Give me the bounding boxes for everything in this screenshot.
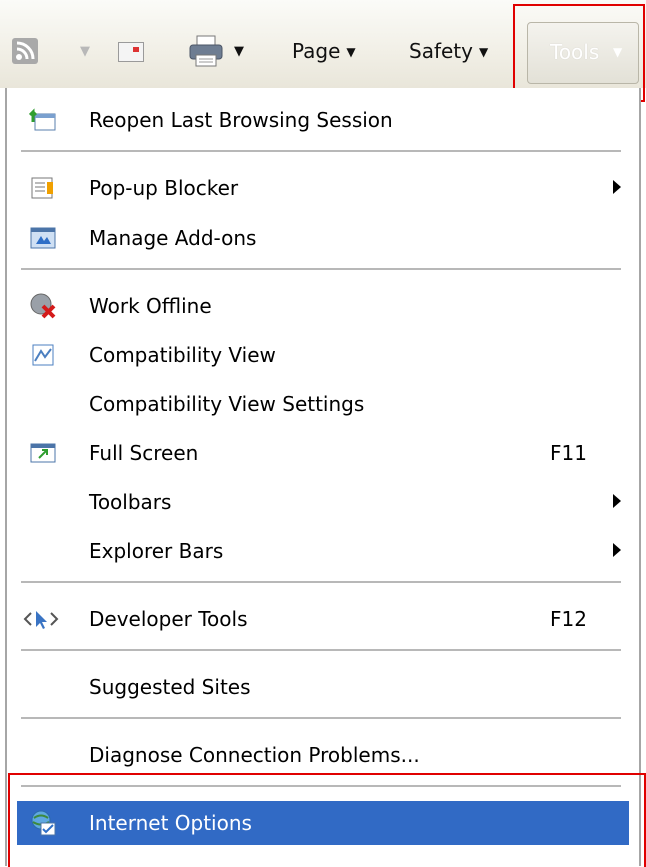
menu-item-shortcut: F11 (550, 441, 587, 465)
menu-separator (21, 268, 621, 270)
print-icon[interactable] (188, 34, 224, 68)
menu-item-suggested-sites[interactable]: Suggested Sites (17, 665, 629, 709)
menu-separator (21, 150, 621, 152)
rss-feed-icon[interactable] (12, 38, 38, 64)
menu-item-work-offline[interactable]: Work Offline (17, 284, 629, 328)
chevron-down-icon: ▼ (478, 45, 489, 59)
command-bar: ▼ ▼ Page ▼ Safety ▼ Tools ▼ (0, 0, 646, 88)
submenu-arrow-icon (613, 180, 621, 194)
read-mail-icon[interactable] (118, 42, 144, 62)
popup-blocker-icon (29, 174, 57, 202)
developer-tools-icon (23, 605, 59, 633)
page-menu-button[interactable]: Page ▼ (292, 36, 356, 66)
menu-item-diagnose-connection[interactable]: Diagnose Connection Problems... (17, 733, 629, 777)
menu-item-compatibility-view-settings[interactable]: Compatibility View Settings (17, 382, 629, 426)
work-offline-icon (29, 292, 57, 320)
print-dropdown-arrow-icon[interactable]: ▼ (234, 44, 244, 59)
menu-item-label: Reopen Last Browsing Session (89, 108, 393, 132)
menu-item-manage-addons[interactable]: Manage Add-ons (17, 216, 629, 260)
menu-item-label: Diagnose Connection Problems... (89, 743, 420, 767)
menu-item-full-screen[interactable]: Full Screen F11 (17, 431, 629, 475)
safety-menu-label: Safety (409, 39, 473, 63)
internet-options-icon (29, 809, 57, 837)
tools-menu-label: Tools (550, 40, 600, 64)
submenu-arrow-icon (613, 543, 621, 557)
reopen-session-icon (28, 106, 57, 134)
menu-item-internet-options[interactable]: Internet Options (17, 801, 629, 845)
menu-item-reopen-last-session[interactable]: Reopen Last Browsing Session (17, 98, 629, 142)
menu-item-explorer-bars[interactable]: Explorer Bars (17, 529, 629, 573)
menu-separator (21, 785, 621, 787)
chevron-down-icon: ▼ (613, 45, 623, 59)
menu-item-shortcut: F12 (550, 607, 587, 631)
menu-item-compatibility-view[interactable]: Compatibility View (17, 333, 629, 377)
page-menu-label: Page (292, 39, 341, 63)
menu-item-label: Internet Options (89, 811, 252, 835)
menu-item-label: Explorer Bars (89, 539, 224, 563)
menu-item-popup-blocker[interactable]: Pop-up Blocker (17, 166, 629, 210)
menu-item-label: Toolbars (89, 490, 172, 514)
submenu-arrow-icon (613, 494, 621, 508)
menu-item-developer-tools[interactable]: Developer Tools F12 (17, 597, 629, 641)
rss-dropdown-arrow-icon[interactable]: ▼ (80, 44, 90, 59)
compatibility-view-icon (29, 341, 57, 369)
full-screen-icon (29, 439, 57, 467)
menu-separator (21, 581, 621, 583)
safety-menu-button[interactable]: Safety ▼ (409, 36, 488, 66)
menu-item-label: Developer Tools (89, 607, 248, 631)
menu-item-label: Work Offline (89, 294, 212, 318)
tools-menu-button[interactable]: Tools ▼ (527, 22, 639, 84)
menu-item-label: Compatibility View Settings (89, 392, 365, 416)
manage-addons-icon (29, 224, 57, 252)
menu-separator (21, 649, 621, 651)
menu-item-toolbars[interactable]: Toolbars (17, 480, 629, 524)
menu-item-label: Pop-up Blocker (89, 176, 239, 200)
tools-dropdown-menu: Reopen Last Browsing Session Pop-up Bloc… (5, 88, 641, 866)
menu-item-label: Suggested Sites (89, 675, 251, 699)
menu-item-label: Full Screen (89, 441, 199, 465)
chevron-down-icon: ▼ (346, 45, 356, 59)
menu-separator (21, 717, 621, 719)
menu-item-label: Manage Add-ons (89, 226, 257, 250)
menu-item-label: Compatibility View (89, 343, 276, 367)
